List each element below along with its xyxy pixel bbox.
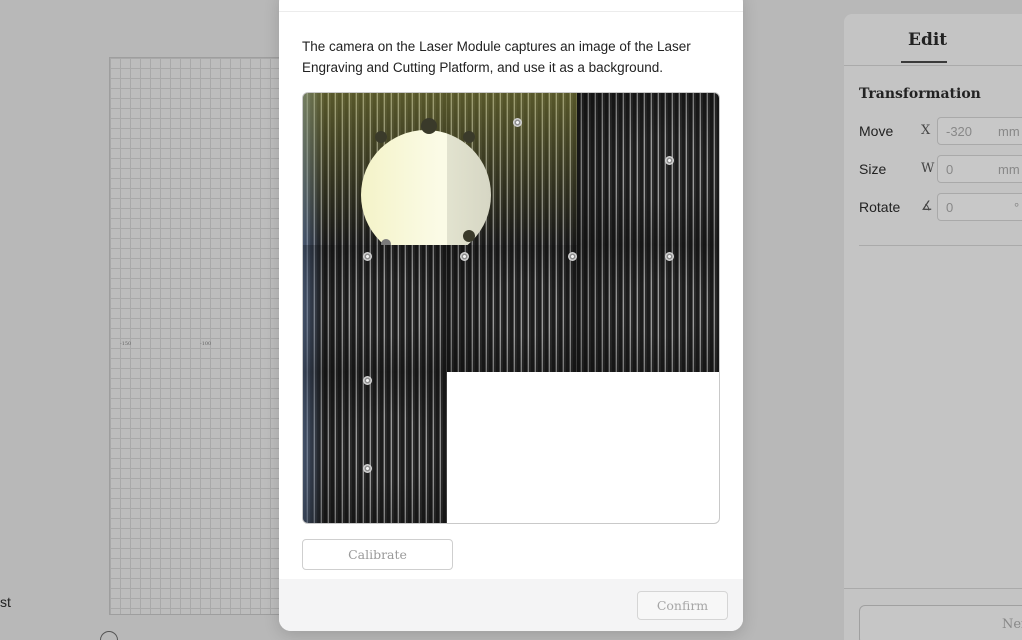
next-button-label: Nex xyxy=(1002,617,1022,632)
w-axis-label: W xyxy=(921,161,935,176)
circle-icon[interactable] xyxy=(100,631,118,640)
rotate-row: Rotate ∡ 0 ° xyxy=(859,193,1022,221)
camera-capture-image xyxy=(302,92,720,524)
unit-label: mm xyxy=(998,124,1020,139)
dialog-footer: Confirm xyxy=(279,579,743,631)
divider xyxy=(844,588,1022,589)
size-w-input[interactable]: 0 mm xyxy=(937,155,1022,183)
capture-tile xyxy=(303,372,447,523)
confirm-button[interactable]: Confirm xyxy=(637,591,728,620)
capture-tile xyxy=(577,245,719,372)
capture-tile xyxy=(447,245,577,372)
capture-tile xyxy=(577,93,719,245)
axis-label-x: -150 xyxy=(120,341,132,347)
divider xyxy=(859,245,1022,246)
capture-tile xyxy=(303,245,447,372)
size-w-value: 0 xyxy=(946,162,954,177)
size-row: Size W 0 mm xyxy=(859,155,1022,183)
divider xyxy=(279,11,743,12)
angle-icon: ∡ xyxy=(921,199,933,214)
rotate-label: Rotate xyxy=(859,199,901,215)
divider xyxy=(844,65,1022,66)
rotate-value: 0 xyxy=(946,200,954,215)
section-title-transformation: Transformation xyxy=(859,86,981,102)
x-axis-label: X xyxy=(921,123,931,138)
move-x-input[interactable]: -320 mm xyxy=(937,117,1022,145)
tab-active-indicator xyxy=(901,61,947,63)
truncated-label: st xyxy=(0,594,11,610)
edit-panel: Edit Transformation Move X -320 mm Size … xyxy=(844,14,1022,640)
move-label: Move xyxy=(859,123,894,139)
size-label: Size xyxy=(859,161,887,177)
dialog-description: The camera on the Laser Module captures … xyxy=(302,39,691,75)
unit-label: mm xyxy=(998,162,1020,177)
unit-label: ° xyxy=(1014,200,1020,215)
axis-label-x: -100 xyxy=(200,341,212,347)
move-x-value: -320 xyxy=(946,124,973,139)
camera-capture-dialog: The camera on the Laser Module captures … xyxy=(279,0,743,631)
calibrate-button[interactable]: Calibrate xyxy=(302,539,453,570)
rotate-input[interactable]: 0 ° xyxy=(937,193,1022,221)
move-row: Move X -320 mm xyxy=(859,117,1022,145)
tab-edit[interactable]: Edit xyxy=(908,30,947,50)
next-button[interactable]: Nex xyxy=(859,605,1022,640)
